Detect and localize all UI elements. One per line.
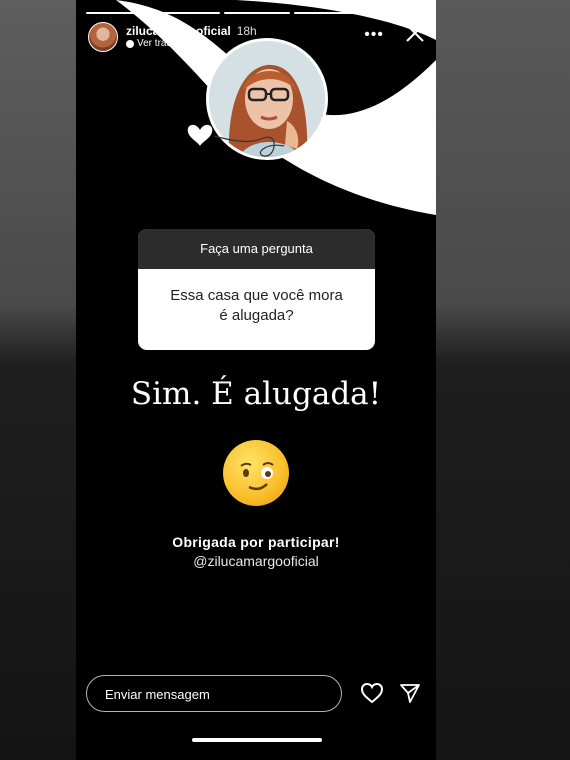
send-icon[interactable] xyxy=(399,682,421,704)
thanks-text: Obrigada por participar! xyxy=(172,534,340,550)
story-header: zilucamargooficial 18h Ver tradução ••• xyxy=(84,20,428,54)
wink-face-emoji xyxy=(223,440,289,506)
more-icon[interactable]: ••• xyxy=(364,26,384,44)
question-text: Essa casa que você mora é alugada? xyxy=(170,287,343,324)
background-right xyxy=(436,0,570,760)
story-viewer[interactable]: zilucamargooficial 18h Ver tradução ••• F… xyxy=(76,0,436,760)
heart-icon[interactable] xyxy=(360,682,384,704)
translate-label: Ver tradução xyxy=(137,38,194,49)
post-time: 18h xyxy=(236,24,257,38)
home-indicator xyxy=(192,738,322,742)
close-icon[interactable] xyxy=(404,22,426,44)
handle-mention[interactable]: @zilucamargooficial xyxy=(76,553,436,569)
translate-icon xyxy=(126,39,134,48)
translate-link[interactable]: Ver tradução xyxy=(126,38,194,49)
question-sticker-title: Faça uma pergunta xyxy=(138,229,375,269)
answer-text: Sim. É alugada! xyxy=(130,376,382,412)
avatar[interactable] xyxy=(88,22,118,52)
question-sticker: Faça uma pergunta Essa casa que você mor… xyxy=(138,229,375,350)
background-left xyxy=(0,0,76,760)
send-message-input[interactable]: Enviar mensagem xyxy=(86,675,342,712)
username[interactable]: zilucamargooficial 18h xyxy=(126,24,257,38)
heart-doodle-icon xyxy=(187,124,285,157)
